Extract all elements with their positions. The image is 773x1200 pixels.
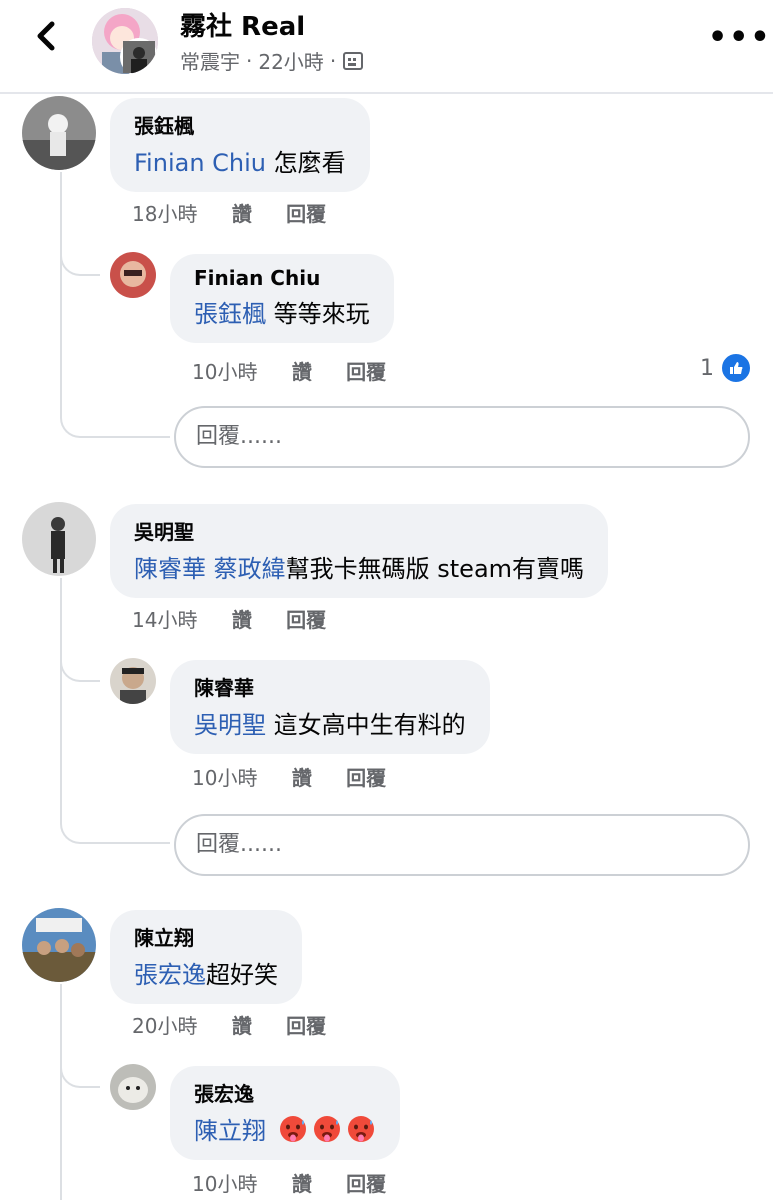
mention-link[interactable]: Finian Chiu <box>134 149 266 177</box>
page-title[interactable]: 霧社 Real <box>180 6 305 43</box>
thumbs-up-icon <box>720 352 752 384</box>
back-button[interactable] <box>28 16 64 56</box>
comment-actions: 10小時 讚 回覆 <box>192 1168 414 1197</box>
avatar[interactable] <box>110 1064 156 1110</box>
thread-line <box>60 578 62 822</box>
post-meta: 常震宇 · 22小時 · <box>180 46 364 75</box>
photo-icon <box>343 51 364 70</box>
comment-actions: 14小時 讚 回覆 <box>132 604 354 633</box>
comment-time[interactable]: 10小時 <box>192 360 257 384</box>
post-author[interactable]: 常震宇 <box>180 46 240 75</box>
reply-button[interactable]: 回覆 <box>346 360 386 384</box>
comment-actions: 10小時 讚 回覆 <box>192 356 414 385</box>
hot-face-emoji-icon <box>313 1116 340 1142</box>
like-button[interactable]: 讚 <box>292 766 312 790</box>
mention-link[interactable]: 吳明聖 <box>194 711 266 739</box>
reply-button[interactable]: 回覆 <box>286 202 326 226</box>
comment-text: 張鈺楓 等等來玩 <box>194 300 370 328</box>
reply-bubble: 陳睿華 吳明聖 這女高中生有料的 <box>170 660 490 754</box>
meta-separator: · <box>329 48 337 73</box>
comment-text: 吳明聖 這女高中生有料的 <box>194 711 466 739</box>
comment-actions: 20小時 讚 回覆 <box>132 1010 354 1039</box>
avatar[interactable] <box>22 908 96 982</box>
comment-text: 陳睿華 蔡政緯幫我卡無碼版 steam有賣嗎 <box>134 555 585 583</box>
comment-actions: 10小時 讚 回覆 <box>192 762 414 791</box>
reply-button[interactable]: 回覆 <box>286 608 326 632</box>
avatar[interactable] <box>22 96 96 170</box>
more-options-button[interactable]: ••• <box>708 20 772 55</box>
comment-author[interactable]: 張鈺楓 <box>134 110 346 139</box>
like-button[interactable]: 讚 <box>292 360 312 384</box>
comment-time[interactable]: 18小時 <box>132 202 197 226</box>
hot-face-emoji-icon <box>279 1116 306 1142</box>
mention-link[interactable]: 陳睿華 <box>134 555 206 583</box>
thread-line <box>60 984 62 1200</box>
reply-bubble: Finian Chiu 張鈺楓 等等來玩 <box>170 254 394 343</box>
comment-text: 陳立翔 <box>194 1111 376 1146</box>
thread-connector <box>60 1060 100 1088</box>
mention-link[interactable]: 張宏逸 <box>134 961 206 989</box>
post-header: 霧社 Real 常震宇 · 22小時 · ••• <box>0 0 773 94</box>
like-button[interactable]: 讚 <box>232 608 252 632</box>
reply-button[interactable]: 回覆 <box>346 766 386 790</box>
comment-time[interactable]: 20小時 <box>132 1014 197 1038</box>
like-count[interactable]: 1 <box>700 352 752 384</box>
comment-author[interactable]: Finian Chiu <box>194 266 370 290</box>
comment-time[interactable]: 10小時 <box>192 766 257 790</box>
author-avatar <box>120 38 158 74</box>
comment-actions: 18小時 讚 回覆 <box>132 198 354 227</box>
comment-author[interactable]: 張宏逸 <box>194 1078 376 1107</box>
comment-bubble: 吳明聖 陳睿華 蔡政緯幫我卡無碼版 steam有賣嗎 <box>110 504 609 598</box>
thread-connector <box>60 410 170 438</box>
like-button[interactable]: 讚 <box>232 202 252 226</box>
thread-connector <box>60 654 100 682</box>
comment-bubble: 陳立翔 張宏逸超好笑 <box>110 910 302 1004</box>
post-time[interactable]: 22小時 <box>258 46 323 75</box>
thread-connector <box>60 816 170 844</box>
thread-line <box>60 172 62 410</box>
comment-time[interactable]: 10小時 <box>192 1172 257 1196</box>
page-avatar[interactable] <box>92 8 158 74</box>
comment-author[interactable]: 吳明聖 <box>134 516 584 545</box>
avatar[interactable] <box>110 658 156 704</box>
comment-text: 張宏逸超好笑 <box>134 961 278 989</box>
chevron-left-icon <box>37 21 55 51</box>
reply-input[interactable]: 回覆...... <box>174 406 750 468</box>
comment-author[interactable]: 陳睿華 <box>194 672 466 701</box>
thread-connector <box>60 248 100 276</box>
reply-input[interactable]: 回覆...... <box>174 814 750 876</box>
mention-link[interactable]: 張鈺楓 <box>194 300 266 328</box>
comment-text: Finian Chiu 怎麼看 <box>134 149 346 177</box>
meta-separator: · <box>246 48 253 73</box>
hot-face-emoji-icon <box>347 1116 374 1142</box>
reply-bubble: 張宏逸 陳立翔 <box>170 1066 400 1160</box>
comment-author[interactable]: 陳立翔 <box>134 922 278 951</box>
mention-link[interactable]: 蔡政緯 <box>214 555 286 583</box>
reply-button[interactable]: 回覆 <box>286 1014 326 1038</box>
reply-button[interactable]: 回覆 <box>346 1172 386 1196</box>
like-button[interactable]: 讚 <box>232 1014 252 1038</box>
comment-time[interactable]: 14小時 <box>132 608 197 632</box>
more-horizontal-icon: ••• <box>708 20 772 55</box>
avatar[interactable] <box>22 502 96 576</box>
like-button[interactable]: 讚 <box>292 1172 312 1196</box>
avatar[interactable] <box>110 252 156 298</box>
comment-bubble: 張鈺楓 Finian Chiu 怎麼看 <box>110 98 370 192</box>
mention-link[interactable]: 陳立翔 <box>194 1117 266 1145</box>
